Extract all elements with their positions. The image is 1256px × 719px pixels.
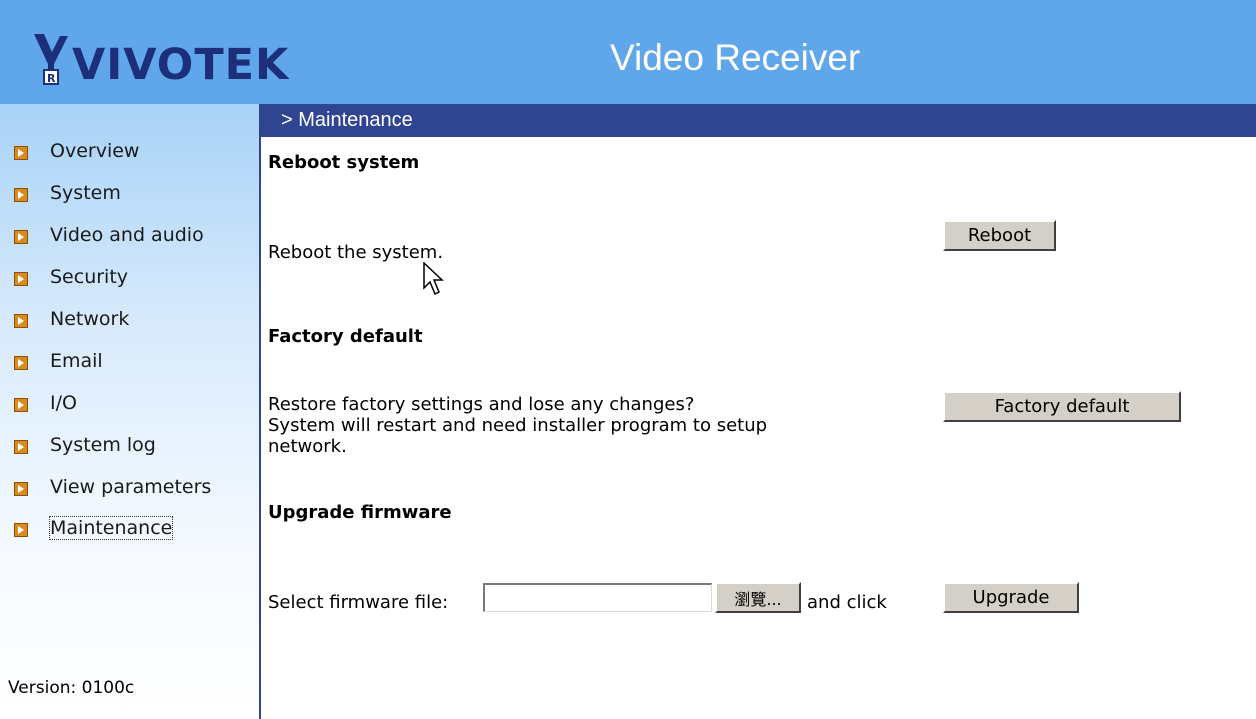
sidebar-item-security[interactable]: Security [14, 262, 128, 292]
arrow-right-icon [14, 188, 28, 202]
and-click-label: and click [807, 592, 887, 613]
vivotek-logo: R VIVOTEK [30, 28, 289, 88]
arrow-right-icon [14, 356, 28, 370]
svg-text:R: R [47, 72, 56, 85]
factory-description-line3: network. [268, 436, 347, 457]
logo-wordmark: VIVOTEK [72, 40, 290, 90]
reboot-section-title: Reboot system [268, 152, 420, 173]
sidebar-item-label: Network [50, 308, 130, 330]
header-banner: R VIVOTEK Video Receiver [0, 0, 1256, 104]
sidebar-item-system-log[interactable]: System log [14, 430, 156, 460]
sidebar-item-label: Email [50, 350, 103, 372]
sidebar-item-label: Video and audio [50, 224, 204, 246]
sidebar-item-label: Maintenance [48, 516, 174, 540]
sidebar-item-label: System log [50, 434, 156, 456]
factory-description-line1: Restore factory settings and lose any ch… [268, 394, 695, 415]
select-firmware-label: Select firmware file: [268, 592, 449, 613]
factory-description-line2: System will restart and need installer p… [268, 415, 768, 436]
arrow-right-icon [14, 314, 28, 328]
sidebar-item-overview[interactable]: Overview [14, 136, 139, 166]
sidebar-divider [259, 104, 261, 719]
arrow-right-icon [14, 440, 28, 454]
browse-button[interactable]: 瀏覽... [715, 582, 801, 613]
sidebar-item-network[interactable]: Network [14, 304, 129, 334]
sidebar-item-maintenance[interactable]: Maintenance [14, 513, 174, 543]
sidebar-item-label: System [50, 182, 121, 204]
sidebar-item-system[interactable]: System [14, 178, 121, 208]
upgrade-button[interactable]: Upgrade [943, 582, 1079, 613]
vivotek-logo-icon: R [34, 34, 68, 85]
sidebar-item-label: I/O [50, 392, 77, 414]
breadcrumb: > Maintenance [281, 109, 413, 131]
sidebar-item-video-and-audio[interactable]: Video and audio [14, 220, 204, 250]
sidebar-item-view-parameters[interactable]: View parameters [14, 472, 211, 502]
sidebar-item-label: Security [50, 266, 129, 288]
app-title: Video Receiver [610, 37, 861, 78]
mouse-pointer-icon [423, 262, 444, 296]
sidebar-item-label: View parameters [50, 476, 212, 498]
reboot-description: Reboot the system. [268, 242, 444, 263]
sidebar-item-io[interactable]: I/O [14, 388, 77, 418]
arrow-right-icon [14, 398, 28, 412]
arrow-right-icon [14, 230, 28, 244]
sidebar-item-label: Overview [50, 140, 140, 162]
version-label: Version: 0100c [8, 678, 135, 698]
arrow-right-icon [14, 482, 28, 496]
factory-section-title: Factory default [268, 326, 423, 347]
upgrade-section-title: Upgrade firmware [268, 502, 452, 523]
arrow-right-icon [14, 146, 28, 160]
firmware-file-input[interactable] [483, 583, 712, 612]
sidebar-item-email[interactable]: Email [14, 346, 103, 376]
breadcrumb-bar: > Maintenance [261, 104, 1256, 137]
arrow-right-icon [14, 272, 28, 286]
reboot-button[interactable]: Reboot [943, 220, 1056, 251]
arrow-right-icon [14, 523, 28, 537]
factory-default-button[interactable]: Factory default [943, 391, 1181, 422]
